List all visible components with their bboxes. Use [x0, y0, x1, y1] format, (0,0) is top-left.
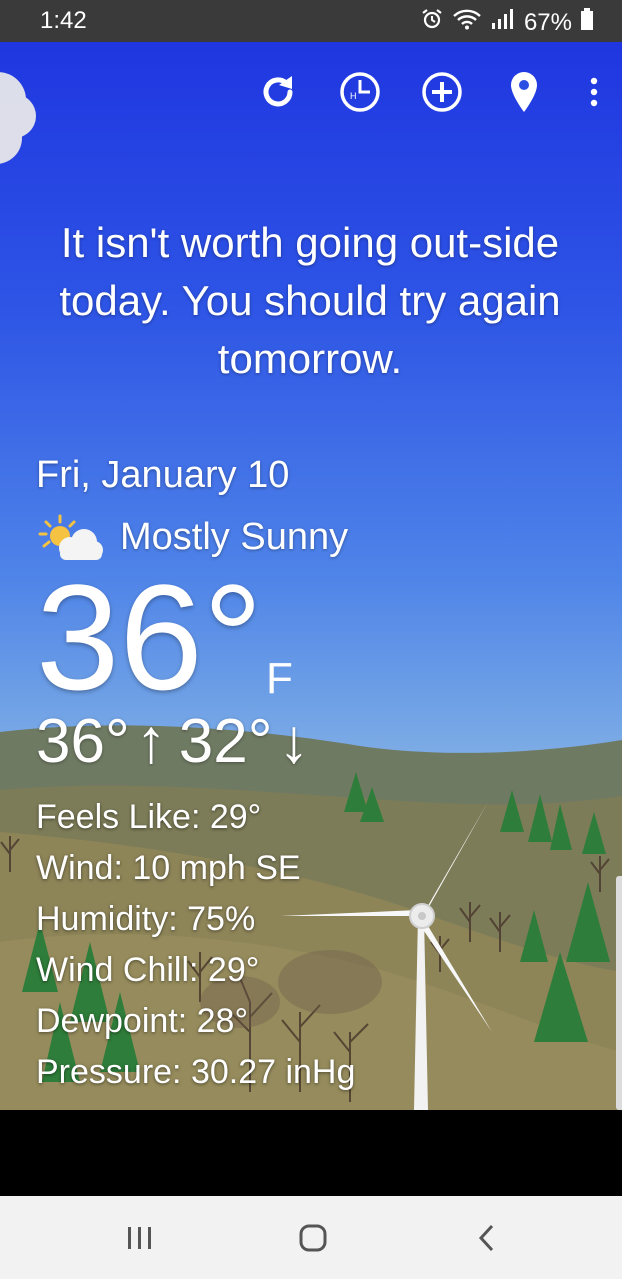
down-arrow-icon: ↓ — [278, 707, 310, 776]
recent-apps-button[interactable] — [110, 1216, 170, 1260]
status-icons: 67% — [420, 7, 594, 38]
temperature-unit: F — [266, 654, 293, 703]
back-button[interactable] — [457, 1216, 517, 1260]
navigation-bar — [0, 1196, 622, 1279]
weather-app: H It isn't worth going out-side today. Y… — [0, 42, 622, 1110]
alarm-icon — [420, 7, 444, 38]
add-location-icon — [422, 72, 462, 112]
status-bar: 1:42 67% — [0, 0, 622, 42]
status-time: 1:42 — [40, 7, 87, 34]
battery-percent: 67% — [523, 8, 572, 36]
blank-area — [0, 1110, 622, 1196]
battery-icon — [580, 7, 594, 38]
humidity: Humidity: 75% — [36, 900, 256, 938]
pressure: Pressure: 30.27 inHg — [36, 1053, 356, 1091]
svg-text:H: H — [350, 91, 357, 101]
wind-chill: Wind Chill: 29° — [36, 951, 260, 989]
home-button[interactable] — [283, 1216, 343, 1260]
refresh-icon — [263, 76, 293, 107]
wind: Wind: 10 mph SE — [36, 849, 301, 887]
edge-panel-handle[interactable] — [616, 876, 622, 1110]
location-button[interactable] — [502, 70, 546, 114]
location-pin-icon — [511, 72, 537, 112]
refresh-button[interactable] — [256, 70, 300, 114]
wifi-icon — [452, 7, 482, 38]
feels-like: Feels Like: 29° — [36, 798, 262, 836]
weather-details: Feels Like: 29° Wind: 10 mph SE Humidity… — [36, 792, 355, 1098]
recent-apps-icon — [128, 1227, 151, 1249]
back-icon — [478, 1224, 494, 1252]
more-vert-icon — [590, 77, 598, 107]
home-icon — [299, 1224, 327, 1252]
high-temperature: 36° — [36, 707, 130, 776]
low-temperature: 32° — [178, 707, 273, 776]
toolbar: H — [256, 70, 604, 114]
up-arrow-icon: ↑ — [135, 707, 167, 776]
hourly-clock-icon: H — [340, 72, 380, 112]
add-location-button[interactable] — [420, 70, 464, 114]
forecast-date: Fri, January 10 — [36, 454, 290, 496]
high-low-row: 36° ↑ 32° ↓ — [36, 706, 322, 777]
current-temperature: 36° — [36, 553, 263, 721]
dewpoint: Dewpoint: 28° — [36, 1002, 249, 1040]
signal-icon — [490, 7, 516, 38]
headline-message: It isn't worth going out-side today. You… — [59, 219, 561, 382]
hourly-button[interactable]: H — [338, 70, 382, 114]
more-options-button[interactable] — [584, 70, 604, 114]
